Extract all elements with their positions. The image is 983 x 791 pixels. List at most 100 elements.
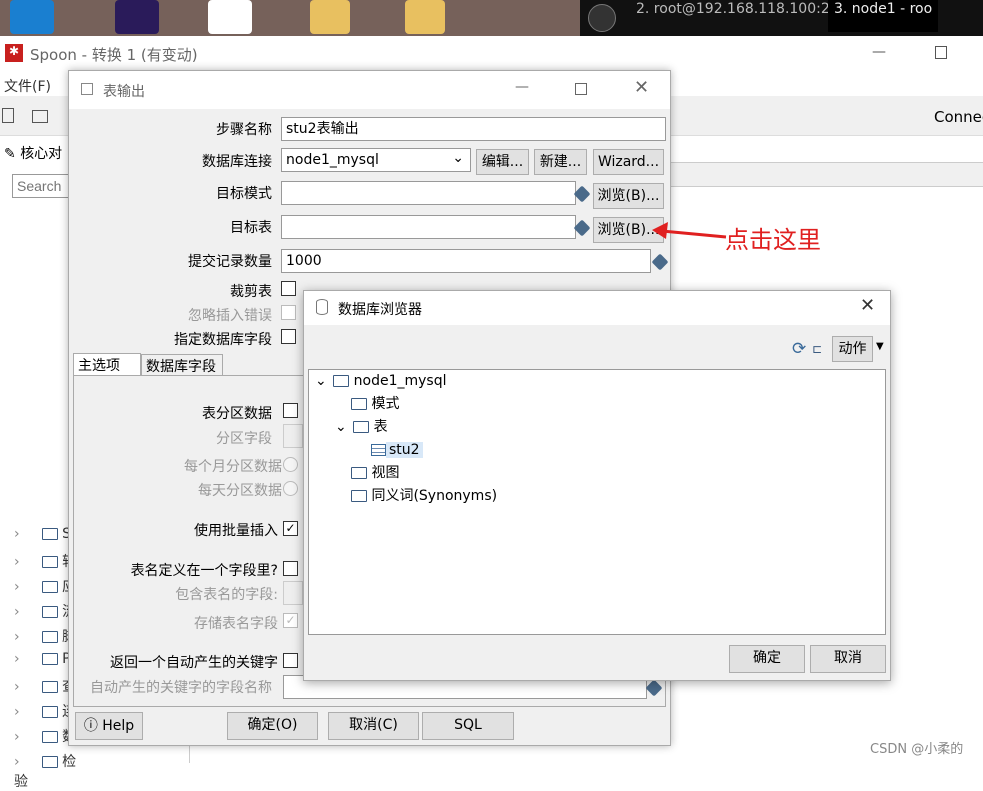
step-name-input[interactable]: stu2表输出	[281, 117, 666, 141]
help-icon: ⓘ	[83, 718, 98, 734]
hierarchy-icon[interactable]: ⊏	[812, 342, 822, 356]
ok-button[interactable]: 确定	[729, 645, 805, 673]
step-name-label: 步骤名称	[216, 122, 272, 138]
folder-icon	[41, 756, 58, 768]
batch-insert-label: 使用批量插入	[194, 523, 278, 539]
node-label: 视图	[371, 465, 400, 481]
category-item[interactable]: › 检验	[14, 751, 84, 790]
spoon-logo-icon: ✱	[5, 44, 23, 62]
dropdown-arrow-icon[interactable]: ▼	[876, 341, 884, 352]
chevron-right-icon: ›	[14, 604, 20, 620]
menu-file[interactable]: 文件(F)	[4, 76, 51, 96]
folder-icon	[41, 556, 58, 568]
tab-main-options[interactable]: 主选项	[73, 353, 141, 375]
archive-icon[interactable]	[405, 0, 445, 34]
selected-value: node1_mysql	[286, 152, 379, 168]
chevron-right-icon: ›	[14, 729, 20, 745]
node-label: 表	[373, 419, 388, 435]
db-connection-select[interactable]: node1_mysql ⌄	[281, 148, 471, 172]
intellij-icon[interactable]	[115, 0, 159, 34]
close-button[interactable]: ✕	[860, 295, 875, 316]
folder-icon[interactable]	[310, 0, 350, 34]
node-label: 模式	[371, 396, 400, 412]
target-table-label: 目标表	[230, 220, 272, 236]
annotation-text: 点击这里	[725, 226, 821, 254]
new-file-icon[interactable]	[2, 108, 14, 123]
chevron-right-icon: ›	[14, 629, 20, 645]
specify-fields-label: 指定数据库字段	[174, 332, 272, 348]
specify-fields-checkbox[interactable]	[281, 329, 296, 344]
chevron-down-icon: ⌄	[452, 150, 464, 166]
target-table-input[interactable]	[281, 215, 576, 239]
cancel-button[interactable]: 取消	[810, 645, 886, 673]
daily-label: 每天分区数据	[198, 483, 282, 499]
folder-icon	[41, 731, 58, 743]
window-title: Spoon - 转换 1 (有变动)	[30, 46, 198, 64]
folder-icon	[41, 528, 58, 540]
new-connection-button[interactable]: 新建...	[534, 149, 587, 175]
refresh-icon[interactable]: ⟳	[792, 339, 806, 359]
tree-node-views[interactable]: 视图	[309, 462, 885, 485]
terminal-tab[interactable]: 3. node1 - roo	[828, 0, 939, 32]
chevron-right-icon: ›	[14, 704, 20, 720]
maximize-button[interactable]	[575, 83, 587, 95]
terminal-tab[interactable]: 2. root@192.168.118.100:22	[630, 0, 845, 32]
tree-node-synonyms[interactable]: 同义词(Synonyms)	[309, 485, 885, 508]
tablename-in-field-label: 表名定义在一个字段里?	[130, 563, 278, 579]
tablename-field-input[interactable]	[283, 581, 303, 605]
partition-field-input[interactable]	[283, 424, 303, 448]
folder-icon	[41, 631, 58, 643]
target-schema-input[interactable]	[281, 181, 576, 205]
tree-node-tables[interactable]: ⌄ 表	[309, 416, 885, 439]
node-label: 同义词(Synonyms)	[371, 488, 498, 504]
cancel-button[interactable]: 取消(C)	[328, 712, 419, 740]
folder-icon	[351, 490, 367, 502]
commit-size-input[interactable]: 1000	[281, 249, 651, 273]
edit-connection-button[interactable]: 编辑...	[476, 149, 529, 175]
tab-db-fields[interactable]: 数据库字段	[141, 354, 223, 375]
store-tablename-checkbox[interactable]: ✓	[283, 613, 298, 628]
chevron-right-icon: ›	[14, 651, 20, 667]
core-objects-tab[interactable]: ✎ 核心对	[4, 143, 62, 163]
commit-size-label: 提交记录数量	[188, 254, 272, 270]
tree-node-connection[interactable]: ⌄ node1_mysql	[309, 370, 885, 393]
chevron-right-icon: ›	[14, 554, 20, 570]
maximize-button[interactable]	[935, 46, 947, 59]
baidu-netdisk-icon[interactable]	[208, 0, 252, 34]
daily-radio[interactable]	[283, 481, 298, 496]
database-tree: ⌄ node1_mysql 模式 ⌄ 表 stu2 视图 同义词(Synonym…	[308, 369, 886, 635]
partition-checkbox[interactable]	[283, 403, 298, 418]
variable-icon	[651, 253, 669, 271]
chevron-right-icon: ›	[14, 579, 20, 595]
minimize-button[interactable]: —	[515, 79, 529, 95]
watermark: CSDN @小柔的	[870, 742, 964, 757]
batch-insert-checkbox[interactable]: ✓	[283, 521, 298, 536]
action-button[interactable]: 动作	[832, 336, 873, 362]
help-button[interactable]: ⓘ Help	[75, 712, 143, 740]
terminal-logo-icon	[588, 4, 616, 32]
browse-schema-button[interactable]: 浏览(B)...	[593, 183, 664, 209]
tree-node-table-stu2[interactable]: stu2	[309, 439, 885, 462]
truncate-checkbox[interactable]	[281, 281, 296, 296]
minimize-button[interactable]: —	[872, 44, 886, 60]
node-label: stu2	[386, 442, 423, 458]
ignore-errors-checkbox[interactable]	[281, 305, 296, 320]
edge-icon[interactable]	[10, 0, 54, 34]
ignore-errors-label: 忽略插入错误	[188, 308, 272, 324]
sql-button[interactable]: SQL	[422, 712, 514, 740]
return-key-checkbox[interactable]	[283, 653, 298, 668]
node-label: node1_mysql	[353, 373, 447, 389]
folder-icon	[333, 375, 350, 387]
partition-field-label: 分区字段	[216, 431, 272, 447]
variable-icon	[573, 219, 591, 237]
store-tablename-label: 存储表名字段	[194, 616, 278, 632]
ok-button[interactable]: 确定(O)	[227, 712, 318, 740]
target-schema-label: 目标模式	[216, 186, 272, 202]
tree-node-schemas[interactable]: 模式	[309, 393, 885, 416]
monthly-radio[interactable]	[283, 457, 298, 472]
connect-label[interactable]: Connec	[934, 108, 983, 126]
open-file-icon[interactable]	[32, 110, 48, 123]
tablename-in-field-checkbox[interactable]	[283, 561, 298, 576]
wizard-button[interactable]: Wizard...	[593, 149, 664, 175]
close-button[interactable]: ✕	[634, 77, 649, 98]
